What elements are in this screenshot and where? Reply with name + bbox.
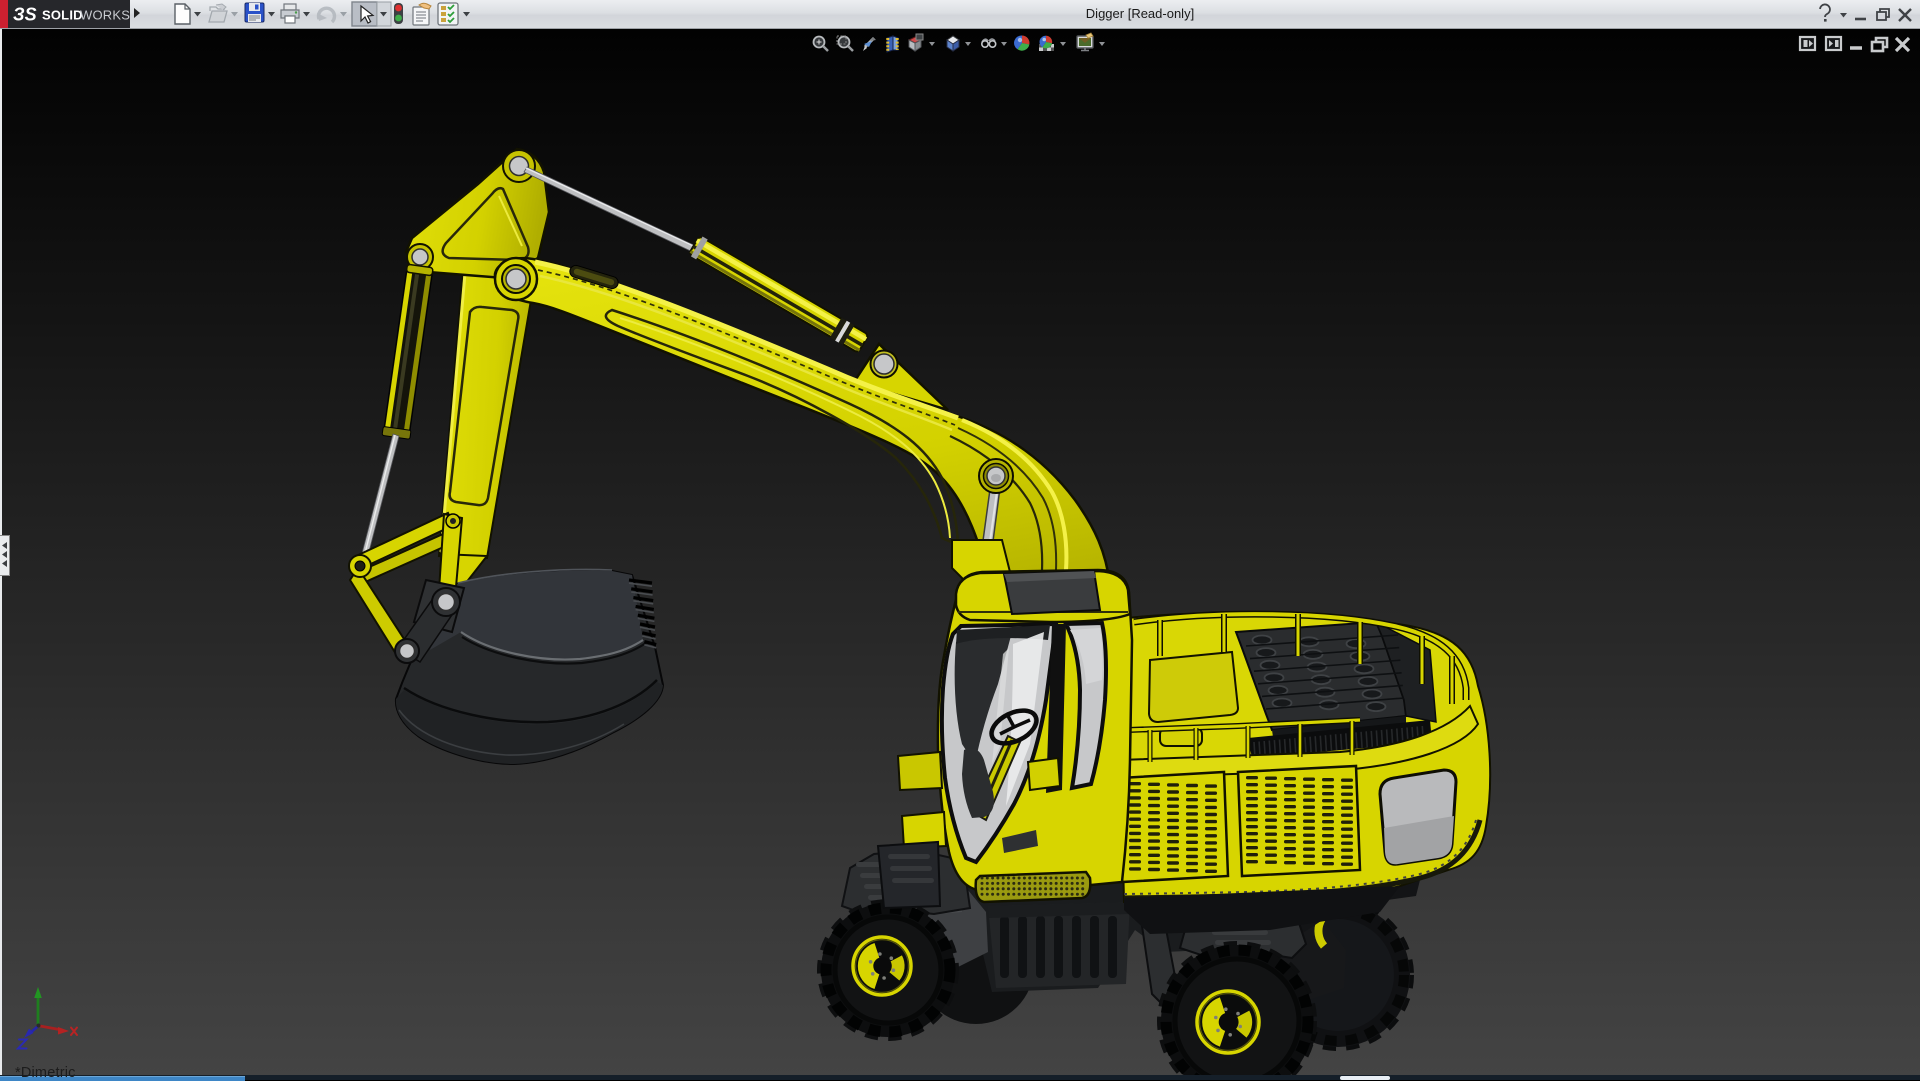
svg-text:SOLID: SOLID (42, 8, 83, 23)
svg-text:ЗS: ЗS (13, 5, 37, 25)
svg-text:WORKS: WORKS (80, 8, 130, 23)
